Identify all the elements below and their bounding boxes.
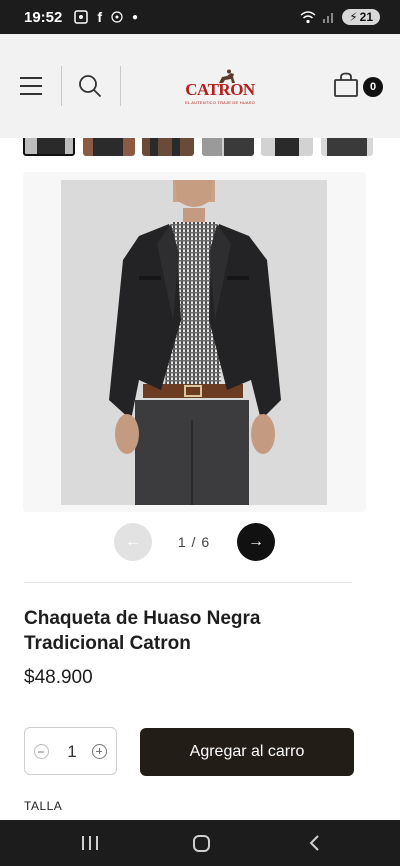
product-photo — [61, 180, 327, 505]
battery-indicator: ⚡ 21 — [342, 9, 380, 25]
thumbnail-5[interactable] — [261, 138, 313, 156]
screenshot-icon — [74, 10, 89, 24]
logo-tagline: EL AUTENTICO TRAJE DE HUASO — [185, 100, 255, 105]
product-image-frame[interactable] — [23, 172, 366, 512]
back-icon[interactable] — [306, 834, 324, 852]
arrow-right-icon: → — [248, 533, 264, 550]
wifi-icon — [300, 10, 316, 23]
next-image-button[interactable]: → — [237, 523, 275, 561]
thumbnail-3[interactable] — [142, 138, 194, 156]
horse-rider-logo-icon — [219, 69, 235, 83]
previous-image-button[interactable]: ← — [114, 523, 152, 561]
search-icon[interactable] — [78, 74, 102, 98]
recent-apps-icon[interactable] — [82, 836, 98, 850]
site-header: CATRON EL AUTENTICO TRAJE DE HUASO 0 — [0, 34, 400, 138]
size-label: TALLA — [24, 799, 63, 813]
jacket-model-illustration — [61, 180, 327, 505]
quantity-stepper: 1 — [24, 727, 117, 775]
header-divider — [120, 66, 121, 106]
status-bar: 19:52 f ● ⚡ 21 — [0, 0, 400, 34]
gallery-navigation: ← 1 / 6 → — [0, 522, 400, 562]
facebook-icon: f — [97, 9, 103, 25]
product-title: Chaqueta de Huaso Negra Tradicional Catr… — [24, 608, 261, 654]
thumbnail-6[interactable] — [321, 138, 373, 156]
grid-app-icon — [111, 11, 123, 23]
status-time: 19:52 — [24, 8, 63, 26]
charging-icon: ⚡ — [349, 10, 358, 24]
thumbnail-2[interactable] — [83, 138, 135, 156]
battery-level: 21 — [359, 10, 373, 24]
add-to-cart-button[interactable]: Agregar al carro — [140, 728, 354, 776]
shopping-bag-icon[interactable] — [333, 72, 359, 98]
cart-count-badge[interactable]: 0 — [363, 77, 383, 97]
increase-quantity-icon[interactable] — [92, 744, 107, 759]
quantity-value[interactable]: 1 — [63, 742, 81, 762]
status-notification-icons: f ● — [74, 9, 138, 25]
arrow-left-icon: ← — [125, 533, 141, 550]
image-counter: 1 / 6 — [177, 534, 211, 550]
product-price: $48.900 — [24, 667, 93, 688]
section-divider — [24, 582, 352, 583]
thumbnail-1[interactable] — [23, 138, 75, 156]
dot-icon: ● — [132, 11, 139, 23]
catron-logo[interactable]: CATRON EL AUTENTICO TRAJE DE HUASO — [184, 68, 256, 108]
menu-icon[interactable] — [20, 77, 42, 95]
header-divider — [61, 66, 62, 106]
thumbnail-strip — [0, 138, 400, 160]
system-navigation-bar — [0, 820, 400, 866]
signal-icon — [323, 13, 334, 23]
home-icon[interactable] — [193, 835, 210, 852]
decrease-quantity-icon[interactable] — [34, 744, 49, 759]
thumbnail-4[interactable] — [202, 138, 254, 156]
